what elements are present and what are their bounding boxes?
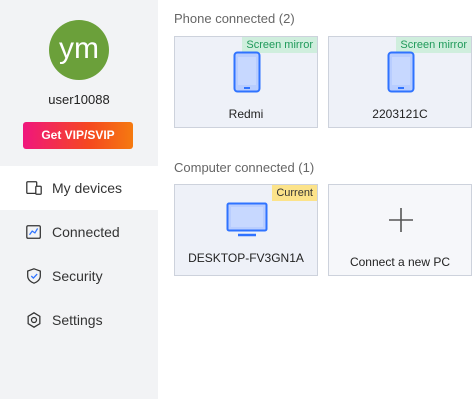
connect-new-pc-card[interactable]: Connect a new PC bbox=[328, 184, 472, 276]
sidebar-item-connected[interactable]: Connected bbox=[0, 210, 158, 254]
username: user10088 bbox=[48, 92, 110, 107]
gear-icon bbox=[24, 310, 44, 330]
device-name: 2203121C bbox=[372, 107, 428, 121]
device-card-desktop[interactable]: Current DESKTOP-FV3GN1A bbox=[174, 184, 318, 276]
device-card-2203121c[interactable]: Screen mirror 2203121C bbox=[328, 36, 472, 128]
get-vip-button[interactable]: Get VIP/SVIP bbox=[23, 122, 133, 149]
sidebar-item-security[interactable]: Security bbox=[0, 254, 158, 298]
sidebar-item-label: My devices bbox=[52, 180, 123, 196]
sidebar-item-my-devices[interactable]: My devices bbox=[0, 166, 158, 210]
phone-icon bbox=[387, 51, 415, 98]
plus-icon bbox=[388, 207, 414, 238]
phone-icon bbox=[233, 51, 261, 98]
device-name: DESKTOP-FV3GN1A bbox=[188, 251, 304, 265]
computer-section-title: Computer connected (1) bbox=[174, 160, 315, 175]
sidebar-item-settings[interactable]: Settings bbox=[0, 298, 158, 342]
sidebar-item-label: Connected bbox=[52, 224, 120, 240]
connect-new-pc-label: Connect a new PC bbox=[349, 255, 451, 269]
monitor-icon bbox=[226, 202, 268, 243]
sidebar-item-label: Security bbox=[52, 268, 103, 284]
phone-section-title: Phone connected (2) bbox=[174, 11, 295, 26]
connected-icon bbox=[24, 222, 44, 242]
device-card-redmi[interactable]: Screen mirror Redmi bbox=[174, 36, 318, 128]
device-name: Redmi bbox=[228, 107, 264, 121]
sidebar: ym user10088 Get VIP/SVIP My devices Con… bbox=[0, 0, 158, 399]
shield-icon bbox=[24, 266, 44, 286]
app-window: ym user10088 Get VIP/SVIP My devices Con… bbox=[0, 0, 476, 399]
current-badge: Current bbox=[272, 185, 317, 201]
devices-icon bbox=[24, 178, 44, 198]
sidebar-item-label: Settings bbox=[52, 312, 103, 328]
avatar[interactable]: ym bbox=[49, 20, 109, 80]
